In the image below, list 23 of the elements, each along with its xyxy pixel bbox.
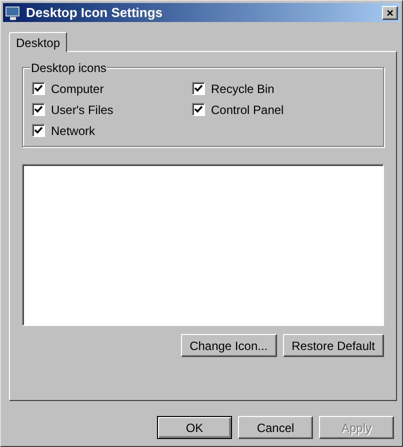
checkbox[interactable] xyxy=(32,124,45,137)
checkbox-label: Network xyxy=(51,122,96,140)
checkbox[interactable] xyxy=(32,103,45,116)
checkbox[interactable] xyxy=(32,82,45,95)
checkbox[interactable] xyxy=(192,82,205,95)
checkmark-icon xyxy=(34,126,43,135)
checkmark-icon xyxy=(34,84,43,93)
monitor-icon xyxy=(5,4,21,20)
icon-action-button[interactable]: Restore Default xyxy=(282,334,384,357)
dialog-button[interactable]: Cancel xyxy=(238,416,313,439)
checkbox[interactable] xyxy=(192,103,205,116)
checkbox-label: Control Panel xyxy=(211,102,284,118)
checkbox-label: Recycle Bin xyxy=(211,80,274,98)
checkbox-label: User's Files xyxy=(51,102,114,118)
dialog-button[interactable]: OK xyxy=(157,416,232,439)
checkmark-icon xyxy=(194,105,203,114)
checkmark-icon xyxy=(34,105,43,114)
close-button[interactable]: × xyxy=(382,6,398,20)
checkbox-label: Computer xyxy=(51,80,104,98)
checkmark-icon xyxy=(194,84,203,93)
tab[interactable]: Desktop xyxy=(9,32,68,52)
window-title: Desktop Icon Settings xyxy=(26,4,164,22)
icon-action-button[interactable]: Change Icon... xyxy=(180,334,277,357)
